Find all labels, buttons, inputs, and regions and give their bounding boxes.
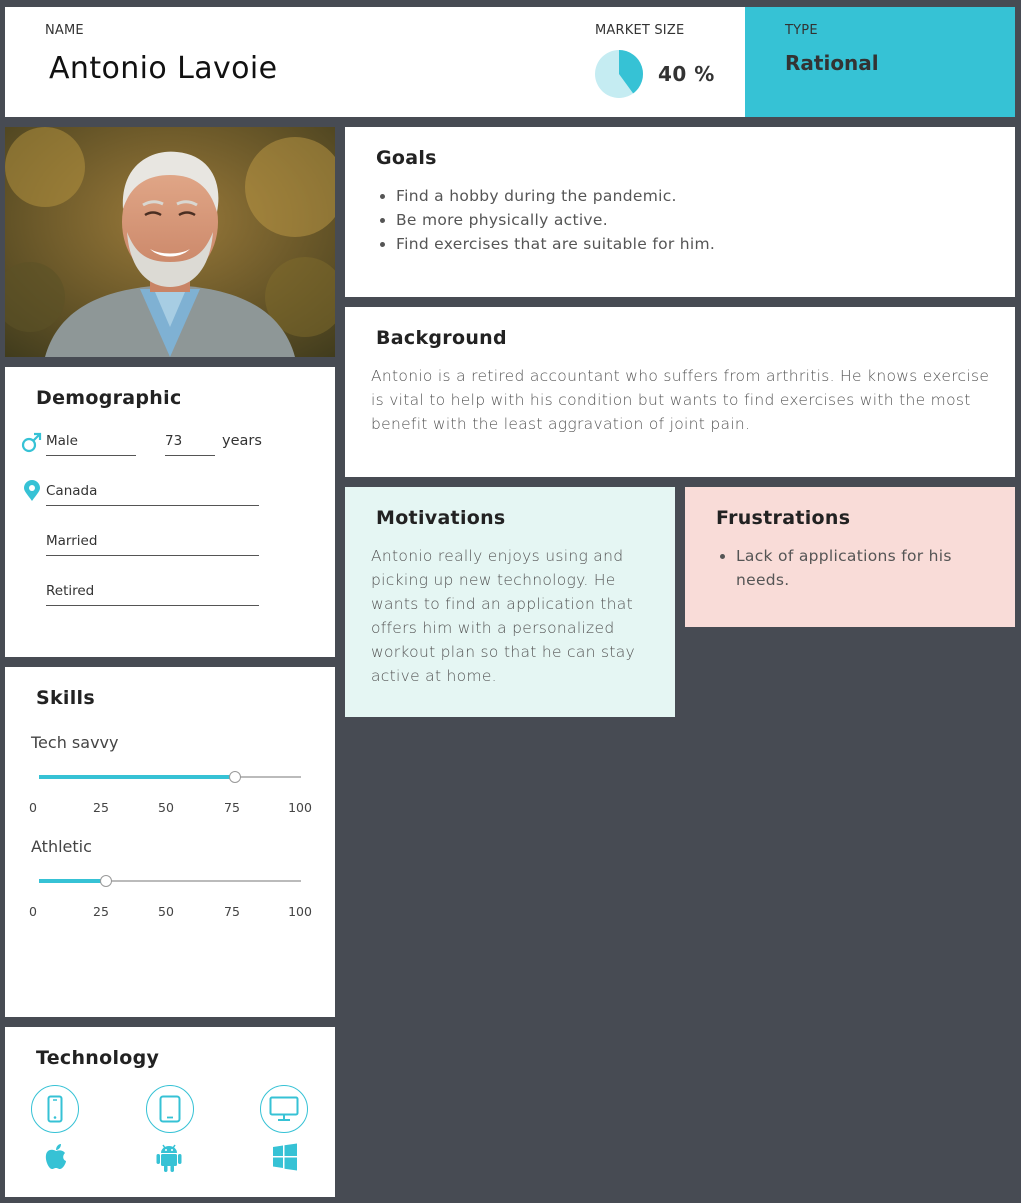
background-text: Antonio is a retired accountant who suff…	[371, 367, 990, 433]
smartphone-device	[31, 1085, 79, 1133]
persona-photo	[5, 127, 335, 357]
list-item: Find exercises that are suitable for him…	[396, 232, 715, 256]
tick-label: 75	[224, 904, 240, 919]
demographic-card: Demographic Male 73 years Canada Married…	[5, 367, 335, 657]
slider-handle[interactable]	[99, 875, 112, 887]
slider-fill	[39, 879, 106, 883]
demographic-title: Demographic	[36, 387, 182, 409]
portrait-photo	[5, 127, 335, 357]
tablet-icon	[159, 1095, 181, 1123]
tick-label: 0	[29, 904, 37, 919]
android-icon	[156, 1144, 182, 1172]
tick-label: 25	[93, 904, 109, 919]
list-item: Find a hobby during the pandemic.	[396, 184, 715, 208]
motivations-text: Antonio really enjoys using and picking …	[371, 547, 636, 685]
male-icon	[21, 432, 42, 453]
technology-card: Technology	[5, 1027, 335, 1197]
smartphone-icon	[47, 1095, 63, 1123]
market-size-pie	[595, 50, 644, 98]
market-size-value: 40 %	[658, 62, 715, 86]
gender-field: Male	[46, 433, 136, 456]
age-field: 73	[165, 433, 215, 456]
desktop-device	[260, 1085, 308, 1133]
type-value: Rational	[785, 51, 879, 75]
scale-ticks: 0 25 50 75 100	[5, 904, 335, 920]
tick-label: 0	[29, 800, 37, 815]
slider-athletic[interactable]	[39, 875, 301, 887]
type-label: TYPE	[785, 23, 818, 38]
tick-label: 100	[288, 904, 312, 919]
list-item: Be more physically active.	[396, 208, 715, 232]
background-title: Background	[376, 327, 507, 349]
tick-label: 50	[158, 800, 174, 815]
frustrations-title: Frustrations	[716, 507, 851, 529]
tick-label: 50	[158, 904, 174, 919]
motivations-card: Motivations Antonio really enjoys using …	[345, 487, 675, 717]
frustrations-card: Frustrations Lack of applications for hi…	[685, 487, 1015, 627]
name-label: NAME	[45, 23, 84, 38]
goals-title: Goals	[376, 147, 437, 169]
location-pin-icon	[24, 480, 40, 501]
goals-card: Goals Find a hobby during the pandemic. …	[345, 127, 1015, 297]
list-item: Lack of applications for his needs.	[736, 544, 1006, 592]
frustrations-list: Lack of applications for his needs.	[716, 544, 1006, 592]
slider-fill	[39, 775, 235, 779]
skill-name-tech-savvy: Tech savvy	[31, 733, 119, 752]
location-field: Canada	[46, 483, 259, 506]
slider-tech-savvy[interactable]	[39, 771, 301, 783]
windows-icon	[273, 1143, 297, 1171]
tick-label: 100	[288, 800, 312, 815]
type-card: TYPE Rational	[745, 7, 1015, 117]
desktop-icon	[269, 1096, 299, 1121]
occupation-field: Retired	[46, 583, 259, 606]
skills-card: Skills Tech savvy 0 25 50 75 100 Athleti…	[5, 667, 335, 1017]
apple-icon	[45, 1144, 66, 1169]
header-card: NAME Antonio Lavoie MARKET SIZE 40 %	[5, 7, 745, 117]
marital-status-field: Married	[46, 533, 259, 556]
goals-list: Find a hobby during the pandemic. Be mor…	[376, 184, 715, 256]
skills-title: Skills	[36, 687, 95, 709]
skill-name-athletic: Athletic	[31, 837, 92, 856]
motivations-title: Motivations	[376, 507, 506, 529]
tick-label: 25	[93, 800, 109, 815]
tablet-device	[146, 1085, 194, 1133]
scale-ticks: 0 25 50 75 100	[5, 800, 335, 816]
persona-name: Antonio Lavoie	[49, 51, 278, 86]
market-size-label: MARKET SIZE	[595, 23, 685, 38]
age-unit: years	[222, 433, 262, 449]
tick-label: 75	[224, 800, 240, 815]
background-card: Background Antonio is a retired accounta…	[345, 307, 1015, 477]
technology-title: Technology	[36, 1047, 160, 1069]
slider-handle[interactable]	[228, 771, 241, 783]
